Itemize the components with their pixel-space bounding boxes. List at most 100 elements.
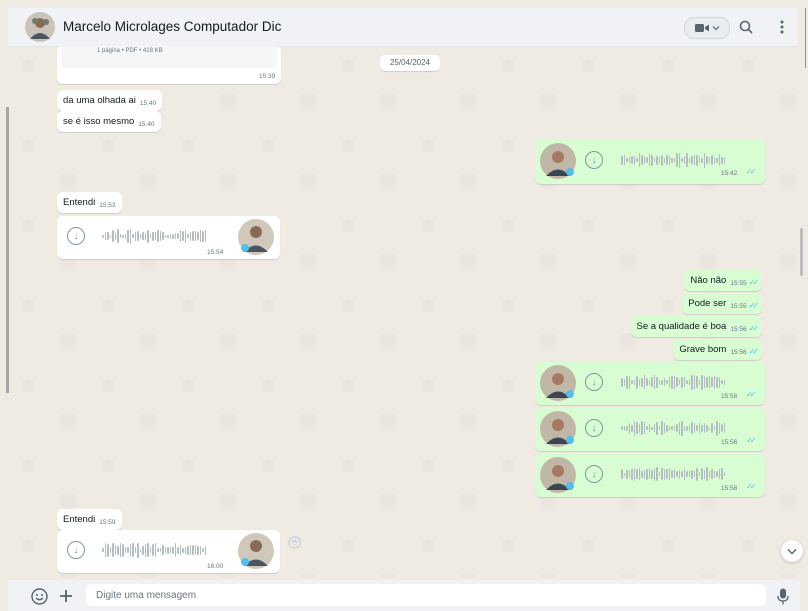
waveform-bar (708, 426, 710, 430)
waveform-bar (623, 155, 625, 165)
waveform-bar (693, 423, 695, 433)
waveform-bar (122, 234, 124, 238)
audio-waveform[interactable] (621, 420, 725, 436)
message-time: 15:42 (721, 170, 738, 177)
waveform-bar (636, 422, 638, 434)
audio-waveform[interactable] (621, 466, 725, 482)
waveform-bar (706, 467, 708, 481)
download-button[interactable]: ↓ (585, 419, 603, 437)
waveform-bar (626, 158, 628, 162)
waveform-bar (122, 543, 124, 557)
message-bubble[interactable]: Não não 15:55 ✓✓ (684, 270, 762, 291)
waveform-bar (673, 158, 675, 162)
download-button[interactable]: ↓ (67, 227, 85, 245)
waveform-bar (703, 469, 705, 479)
waveform-bar (626, 469, 628, 479)
chat-scrollbar-thumb[interactable] (800, 228, 803, 276)
waveform-bar (681, 471, 683, 477)
menu-button[interactable] (773, 18, 791, 36)
waveform-bar (676, 153, 678, 167)
audio-waveform[interactable] (621, 374, 725, 390)
waveform-bar (723, 423, 725, 433)
waveform-bar (648, 154, 650, 166)
download-button[interactable]: ↓ (585, 151, 603, 169)
waveform-bar (646, 468, 648, 480)
emoji-button[interactable] (30, 587, 48, 605)
waveform-bar (159, 231, 161, 241)
download-icon: ↓ (591, 154, 597, 166)
waveform-bar (192, 231, 194, 241)
waveform-bar (144, 543, 146, 557)
message-bubble[interactable]: se é isso mesmo 15:40 (57, 111, 161, 132)
message-input[interactable] (86, 584, 766, 606)
waveform-bar (139, 233, 141, 239)
menu-dots-icon (780, 20, 784, 34)
waveform-bar (656, 376, 658, 388)
waveform-bar (688, 157, 690, 163)
microphone-icon (777, 588, 789, 604)
waveform-bar (661, 468, 663, 480)
message-bubble[interactable]: Entendi 15:53 (57, 192, 122, 213)
waveform-bar (184, 546, 186, 554)
waveform-bar (708, 376, 710, 388)
contact-avatar[interactable] (25, 12, 55, 42)
search-button[interactable] (737, 18, 755, 36)
waveform-bar (164, 547, 166, 553)
attach-button[interactable] (57, 587, 75, 605)
voice-message[interactable]: ↓ 15:56 ✓✓ (535, 408, 765, 451)
waveform-bar (117, 545, 119, 555)
waveform-bar (701, 424, 703, 432)
waveform-bar (653, 375, 655, 389)
waveform-bar (179, 230, 181, 242)
download-button[interactable]: ↓ (67, 541, 85, 559)
waveform-bar (626, 425, 628, 431)
message-bubble[interactable]: Grave bom 15:56 ✓✓ (673, 339, 762, 360)
voice-message[interactable]: ↓ 15:58 ✓✓ (535, 454, 765, 497)
waveform-bar (139, 548, 141, 552)
message-bubble[interactable]: Entendi 15:59 (57, 509, 122, 530)
waveform-bar (701, 157, 703, 163)
audio-waveform[interactable] (621, 152, 725, 168)
audio-waveform[interactable] (102, 228, 206, 244)
video-call-button[interactable] (684, 17, 730, 39)
waveform-bar (698, 157, 700, 163)
waveform-bar (696, 467, 698, 481)
voice-message[interactable]: ↓ 16:00 (57, 530, 280, 573)
waveform-bar (643, 156, 645, 164)
voice-record-button[interactable] (774, 587, 792, 605)
download-button[interactable]: ↓ (585, 465, 603, 483)
waveform-bar (653, 158, 655, 162)
message-bubble[interactable]: da uma olhada ai 15:40 (57, 90, 163, 111)
waveform-bar (698, 472, 700, 476)
document-message[interactable]: 1 página • PDF • 418 KB 15:39 (57, 46, 281, 84)
contact-name[interactable]: Marcelo Microlages Computador Dic (63, 19, 281, 34)
scroll-down-button[interactable] (781, 540, 803, 562)
waveform-bar (102, 234, 104, 238)
waveform-bar (169, 233, 171, 239)
react-button[interactable] (288, 536, 301, 549)
waveform-bar (723, 472, 725, 476)
waveform-bar (696, 376, 698, 388)
audio-waveform[interactable] (102, 542, 206, 558)
message-time: 15:59 (99, 519, 116, 526)
voice-message[interactable]: ↓ 15:56 ✓✓ (535, 362, 765, 405)
waveform-bar (706, 156, 708, 164)
message-bubble[interactable]: Se a qualidade é boa 15:56 ✓✓ (630, 316, 762, 337)
document-preview[interactable]: 1 página • PDF • 418 KB (61, 46, 277, 68)
voice-message[interactable]: ↓ 15:42 ✓✓ (535, 139, 765, 184)
waveform-bar (636, 469, 638, 479)
download-button[interactable]: ↓ (585, 373, 603, 391)
waveform-bar (688, 425, 690, 431)
message-bubble[interactable]: Pode ser 15:55 ✓✓ (682, 293, 762, 314)
sender-avatar (540, 365, 576, 401)
waveform-bar (673, 425, 675, 431)
message-list[interactable]: 1 página • PDF • 418 KB 15:39 25/04/2024… (8, 46, 800, 578)
waveform-bar (658, 426, 660, 430)
voice-message[interactable]: ↓ 15:54 (57, 216, 280, 259)
waveform-bar (628, 470, 630, 478)
waveform-bar (119, 543, 121, 557)
waveform-bar (154, 543, 156, 557)
waveform-bar (646, 157, 648, 163)
waveform-bar (134, 547, 136, 553)
download-icon: ↓ (591, 468, 597, 480)
